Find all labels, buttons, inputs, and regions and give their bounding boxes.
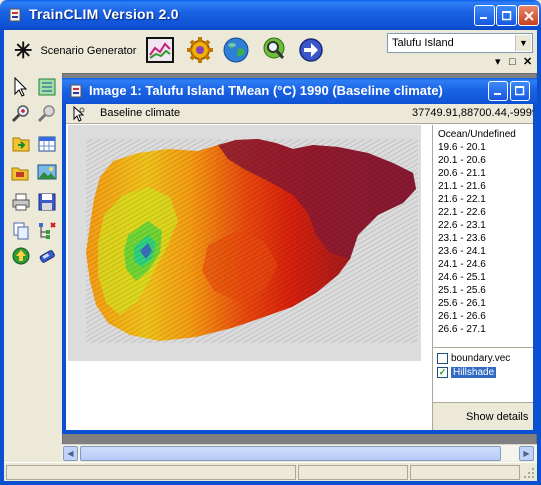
app-icon [9, 8, 21, 22]
mdi-maximize-icon[interactable]: □ [509, 57, 516, 68]
app-title: TrainCLIM Version 2.0 [29, 6, 179, 22]
legend-entry: 22.1 - 22.6 [438, 207, 486, 218]
maximize-icon [515, 86, 525, 96]
close-button[interactable] [518, 5, 539, 26]
legend-entry: 21.6 - 22.1 [438, 194, 486, 205]
layer-checkbox[interactable]: ✓ [437, 367, 448, 378]
legend-entry: 26.1 - 26.6 [438, 311, 486, 322]
import-icon[interactable] [10, 133, 32, 155]
resize-grip-icon[interactable] [522, 466, 535, 479]
image-window-frame-right [533, 104, 537, 434]
main-toolbar: ✳ Scenario Generator Talufu Island ▼ ▾ □… [4, 30, 537, 70]
image-window-title: Image 1: Talufu Island TMean (°C) 1990 (… [89, 83, 443, 98]
image-window-minimize-button[interactable] [488, 81, 508, 101]
app-title-bar[interactable]: TrainCLIM Version 2.0 [0, 0, 541, 30]
scroll-left-button[interactable]: ◀ [63, 446, 78, 461]
legend-entry: 24.6 - 25.1 [438, 272, 486, 283]
location-select[interactable]: Talufu Island ▼ [387, 33, 533, 53]
legend-entry: 22.6 - 23.1 [438, 220, 486, 231]
legend-entry: 20.1 - 20.6 [438, 155, 486, 166]
print-icon[interactable] [10, 191, 32, 213]
map-blank-area [68, 361, 421, 430]
asterisk-icon: ✳ [14, 38, 33, 63]
legend-entry: 23.6 - 24.1 [438, 246, 486, 257]
toolbox [4, 70, 60, 450]
image-window-title-bar[interactable]: Image 1: Talufu Island TMean (°C) 1990 (… [62, 78, 537, 104]
legend-entry: 26.6 - 27.1 [438, 324, 486, 335]
maximize-button[interactable] [496, 5, 517, 26]
status-cell-2 [298, 465, 408, 480]
legend-entry: Ocean/Undefined [438, 129, 516, 140]
pointer-icon[interactable] [10, 76, 32, 98]
scroll-left-icon: ◀ [67, 449, 74, 458]
scroll-right-icon: ▶ [523, 449, 530, 458]
image-window-maximize-button[interactable] [510, 81, 530, 101]
show-details-button[interactable]: Show details [432, 402, 533, 430]
cursor-info-icon[interactable] [72, 106, 86, 122]
status-cell-3 [410, 465, 520, 480]
chart-icon[interactable] [145, 35, 175, 65]
mdi-close-icon[interactable]: ✕ [523, 57, 532, 68]
image-icon[interactable] [36, 162, 58, 184]
magnifier-icon[interactable] [259, 35, 289, 65]
image-info-bar: Baseline climate 37749.91,88700.44,-9999 [66, 104, 533, 124]
save-icon[interactable] [36, 191, 58, 213]
show-details-label: Show details [466, 411, 529, 423]
close-icon [523, 10, 534, 21]
temperature-map [86, 139, 418, 343]
legend-panel: Ocean/Undefined 19.6 - 20.1 20.1 - 20.6 … [432, 125, 533, 347]
gear-icon[interactable] [185, 35, 215, 65]
horizontal-scrollbar[interactable]: ◀ ▶ [62, 444, 537, 461]
coordinate-readout: 37749.91,88700.44,-9999 [412, 107, 533, 119]
maximize-icon [501, 10, 511, 20]
legend-entry: 19.6 - 20.1 [438, 142, 486, 153]
scroll-thumb[interactable] [80, 446, 501, 461]
layer-item-boundary[interactable]: boundary.vec [437, 352, 510, 365]
status-bar [4, 462, 537, 481]
window-frame-right [537, 30, 541, 485]
minimize-button[interactable] [474, 5, 495, 26]
legend-entry: 24.1 - 24.6 [438, 259, 486, 270]
layer-label: Hillshade [451, 367, 497, 378]
dropdown-arrow-icon[interactable]: ▼ [515, 35, 531, 51]
legend-entry: 23.1 - 23.6 [438, 233, 486, 244]
status-cell-main [6, 465, 296, 480]
scroll-right-button[interactable]: ▶ [519, 446, 534, 461]
image-window-frame-bottom [62, 430, 537, 434]
window-frame-bottom [0, 481, 541, 485]
mdi-menu-icon[interactable]: ▾ [495, 57, 501, 68]
grid-icon[interactable] [36, 133, 58, 155]
image-window-icon [70, 84, 82, 98]
zoom-out-icon[interactable] [36, 103, 58, 125]
minimize-icon [493, 92, 501, 95]
phone-icon[interactable] [36, 245, 58, 267]
globe-icon[interactable] [221, 35, 251, 65]
upload-icon[interactable] [10, 245, 32, 267]
layer-checkbox[interactable] [437, 353, 448, 364]
open-folder-icon[interactable] [10, 162, 32, 184]
zoom-in-icon[interactable] [10, 103, 32, 125]
minimize-icon [480, 17, 487, 19]
map-view[interactable] [68, 125, 421, 361]
legend-entry: 25.6 - 26.1 [438, 298, 486, 309]
layer-item-hillshade[interactable]: ✓ Hillshade [437, 366, 497, 379]
legend-entry: 25.1 - 25.6 [438, 285, 486, 296]
arrow-circle-icon[interactable] [296, 35, 326, 65]
list-icon[interactable] [36, 76, 58, 98]
copy-icon[interactable] [10, 220, 32, 242]
legend-entry: 20.6 - 21.1 [438, 168, 486, 179]
location-select-value: Talufu Island [392, 37, 454, 49]
legend-entry: 21.1 - 21.6 [438, 181, 486, 192]
layers-list: boundary.vec ✓ Hillshade [432, 347, 533, 402]
scenario-generator-label: Scenario Generator [40, 45, 137, 57]
scenario-name-label: Baseline climate [100, 107, 181, 119]
layer-label: boundary.vec [451, 353, 511, 364]
layers-icon[interactable] [36, 220, 58, 242]
scenario-generator-button[interactable]: ✳ Scenario Generator [14, 40, 136, 62]
